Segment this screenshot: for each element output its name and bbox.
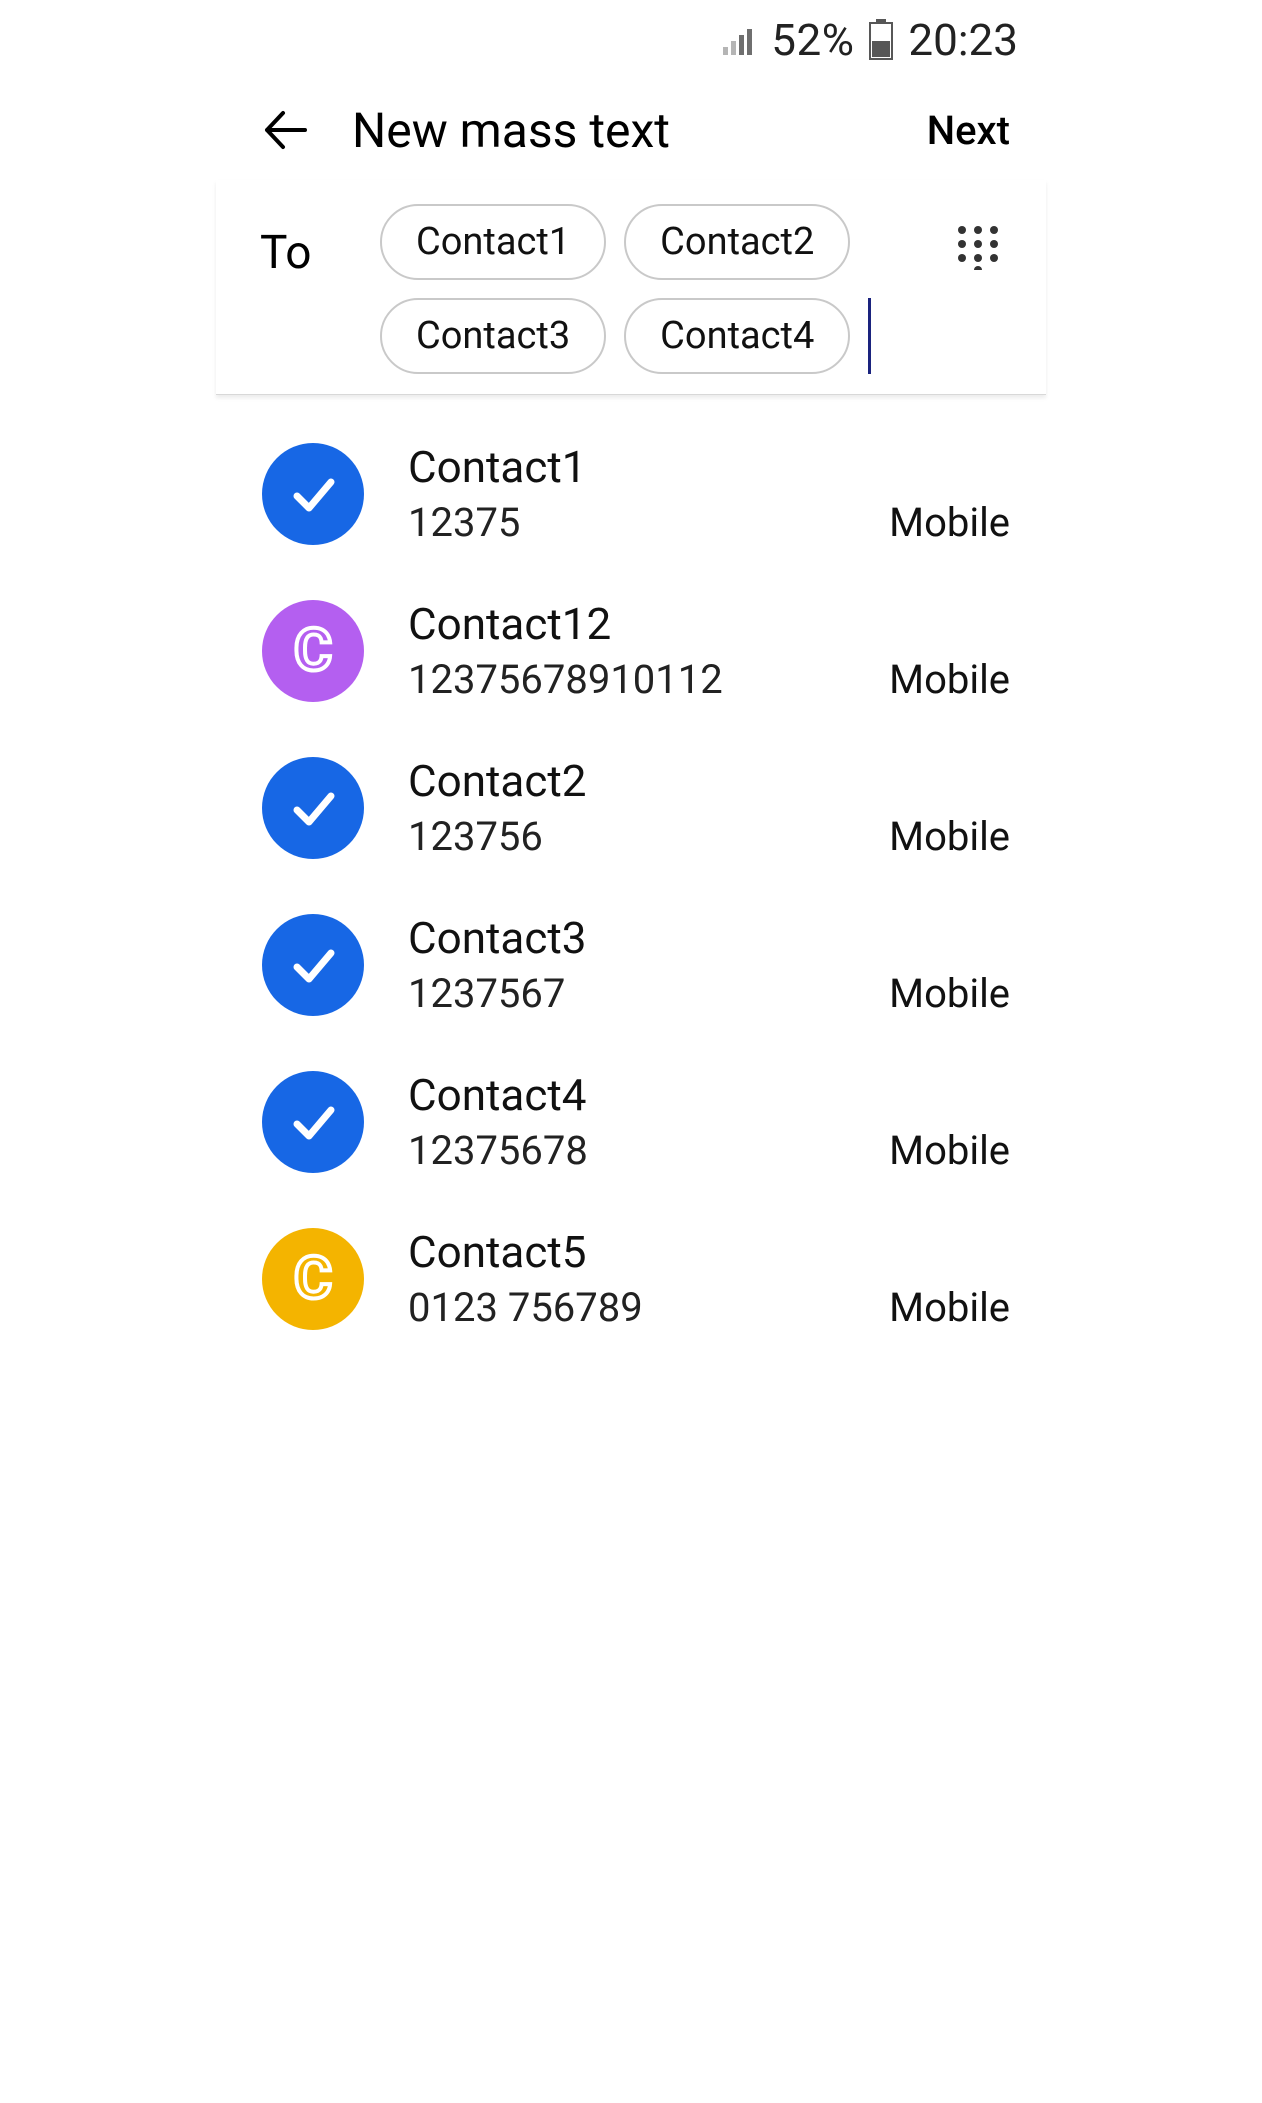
contact-row[interactable]: C Contact5 0123 756789 Mobile [216, 1200, 1046, 1357]
contact-details: Contact1 12375 [408, 441, 845, 546]
recipient-chip[interactable]: Contact2 [624, 204, 850, 280]
dialpad-button[interactable] [946, 214, 1010, 278]
contact-number: 12375678910112 [408, 656, 845, 703]
arrow-left-icon [261, 107, 307, 153]
contact-number: 0123 756789 [408, 1284, 845, 1331]
app-frame: 52% 20:23 New mass text Next To Contact1… [216, 0, 1046, 1440]
selected-avatar [262, 914, 364, 1016]
contact-details: Contact2 123756 [408, 755, 845, 860]
check-icon [285, 1094, 341, 1150]
recipients-row: To Contact1 Contact2 Contact3 Contact4 [216, 180, 1046, 395]
recipient-chip[interactable]: Contact1 [380, 204, 606, 280]
recipient-chips[interactable]: Contact1 Contact2 Contact3 Contact4 [380, 204, 926, 374]
status-bar: 52% 20:23 [216, 0, 1046, 80]
check-icon [285, 937, 341, 993]
recipient-chip[interactable]: Contact3 [380, 298, 606, 374]
contact-number: 12375678 [408, 1127, 845, 1174]
contact-name: Contact1 [408, 441, 845, 493]
contact-name: Contact3 [408, 912, 845, 964]
contact-name: Contact5 [408, 1226, 845, 1278]
contact-type: Mobile [889, 656, 1010, 703]
back-button[interactable] [256, 102, 312, 158]
next-button[interactable]: Next [927, 107, 1010, 154]
selected-avatar [262, 443, 364, 545]
contact-number: 12375 [408, 499, 845, 546]
page-title: New mass text [352, 102, 927, 159]
contact-row[interactable]: Contact2 123756 Mobile [216, 729, 1046, 886]
contact-details: Contact12 12375678910112 [408, 598, 845, 703]
dialpad-icon [954, 222, 1002, 270]
selected-avatar [262, 757, 364, 859]
recipient-chip[interactable]: Contact4 [624, 298, 850, 374]
contact-name: Contact4 [408, 1069, 845, 1121]
to-label: To [260, 204, 360, 280]
contact-type: Mobile [889, 499, 1010, 546]
contact-name: Contact12 [408, 598, 845, 650]
clock: 20:23 [908, 14, 1018, 66]
signal-icon [723, 25, 757, 55]
contact-name: Contact2 [408, 755, 845, 807]
text-cursor [868, 298, 871, 374]
contact-list[interactable]: Contact1 12375 Mobile C Contact12 12375678910… [216, 395, 1046, 1440]
check-icon [285, 780, 341, 836]
battery-icon [868, 19, 894, 61]
contact-type: Mobile [889, 1127, 1010, 1174]
contact-details: Contact5 0123 756789 [408, 1226, 845, 1331]
contact-row[interactable]: Contact4 12375678 Mobile [216, 1043, 1046, 1200]
check-icon [285, 466, 341, 522]
contact-avatar: C [262, 600, 364, 702]
contact-type: Mobile [889, 813, 1010, 860]
app-bar: New mass text Next [216, 80, 1046, 180]
contact-row[interactable]: Contact3 1237567 Mobile [216, 886, 1046, 1043]
contact-number: 123756 [408, 813, 845, 860]
avatar-letter: C [294, 1245, 332, 1313]
contact-type: Mobile [889, 1284, 1010, 1331]
contact-details: Contact3 1237567 [408, 912, 845, 1017]
avatar-letter: C [294, 617, 332, 685]
contact-avatar: C [262, 1228, 364, 1330]
contact-details: Contact4 12375678 [408, 1069, 845, 1174]
battery-percent: 52% [771, 14, 854, 66]
contact-row[interactable]: Contact1 12375 Mobile [216, 415, 1046, 572]
contact-type: Mobile [889, 970, 1010, 1017]
selected-avatar [262, 1071, 364, 1173]
contact-row[interactable]: C Contact12 12375678910112 Mobile [216, 572, 1046, 729]
contact-number: 1237567 [408, 970, 845, 1017]
